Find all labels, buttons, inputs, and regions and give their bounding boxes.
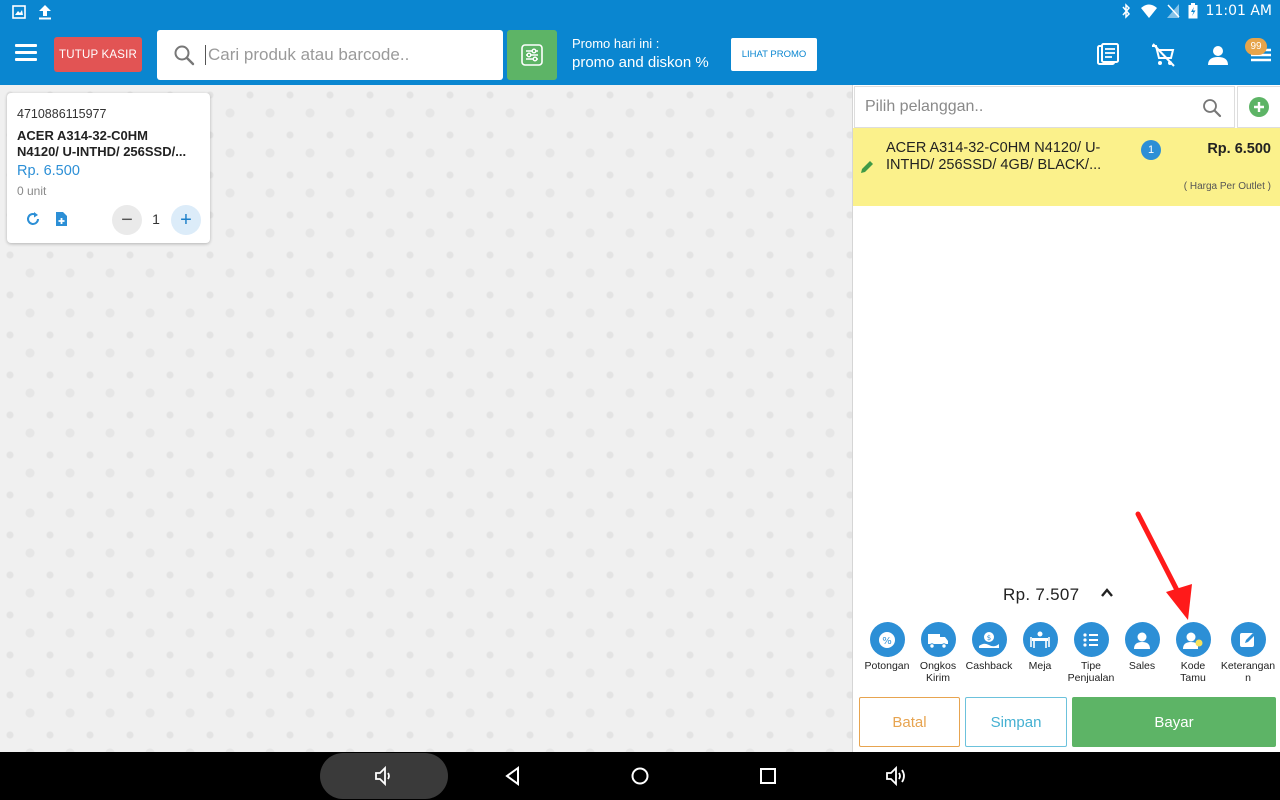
- cart-item-name-line1: ACER A314-32-C0HM N4120/ U-: [886, 140, 1101, 156]
- no-signal-icon: [1166, 4, 1180, 18]
- action-label: Tipe: [1080, 660, 1102, 672]
- action-discount[interactable]: % Potongan: [861, 622, 913, 672]
- add-note-icon[interactable]: [52, 210, 70, 228]
- status-bar: 11:01 AM: [0, 0, 1280, 26]
- system-nav-bar: [0, 752, 1280, 800]
- action-label: Meja: [1028, 660, 1052, 672]
- cart-total[interactable]: Rp. 7.507: [1003, 585, 1079, 605]
- volume-down-icon[interactable]: [372, 764, 396, 788]
- product-card[interactable]: 4710886115977 ACER A314-32-C0HM N4120/ U…: [7, 93, 210, 243]
- menu-icon[interactable]: [15, 44, 37, 62]
- pay-button[interactable]: Bayar: [1072, 697, 1276, 747]
- action-label-2: n: [1245, 672, 1251, 684]
- decrease-qty-button[interactable]: −: [112, 205, 142, 235]
- customer-input[interactable]: [855, 98, 1185, 116]
- cart-item[interactable]: ACER A314-32-C0HM N4120/ U- INTHD/ 256SS…: [853, 128, 1280, 206]
- salesperson-icon: [1134, 632, 1150, 649]
- user-icon[interactable]: [1205, 42, 1231, 68]
- product-name-line2: N4120/ U-INTHD/ 256SSD/...: [17, 144, 187, 159]
- empty-cart-icon[interactable]: [1150, 42, 1176, 68]
- cancel-button[interactable]: Batal: [859, 697, 960, 747]
- sliders-icon: [521, 44, 543, 66]
- action-notes[interactable]: Keterangan n: [1218, 622, 1278, 684]
- add-customer-button[interactable]: [1237, 86, 1280, 128]
- add-circle-icon: [1249, 97, 1269, 117]
- receipt-list-icon[interactable]: [1095, 42, 1121, 68]
- search-icon: [174, 45, 195, 66]
- action-label: Sales: [1128, 660, 1156, 672]
- wifi-icon: [1140, 4, 1157, 18]
- volume-up-icon[interactable]: [884, 764, 908, 788]
- back-icon[interactable]: [501, 764, 525, 788]
- product-grid: 4710886115977 ACER A314-32-C0HM N4120/ U…: [0, 85, 852, 752]
- increase-qty-button[interactable]: +: [171, 205, 201, 235]
- chevron-up-icon[interactable]: [1099, 585, 1115, 601]
- action-label-2: Kirim: [926, 672, 950, 684]
- search-input[interactable]: [205, 45, 485, 65]
- action-label: Ongkos: [919, 660, 957, 672]
- cart-panel: ACER A314-32-C0HM N4120/ U- INTHD/ 256SS…: [852, 85, 1280, 752]
- guest-icon: [1183, 632, 1203, 649]
- product-price: Rp. 6.500: [17, 163, 80, 179]
- action-label: Cashback: [965, 660, 1013, 672]
- bluetooth-icon: [1121, 3, 1130, 19]
- promo-description: promo and diskon %: [572, 54, 709, 71]
- save-button[interactable]: Simpan: [965, 697, 1067, 747]
- action-table[interactable]: Meja: [1014, 622, 1066, 672]
- action-sales-type[interactable]: Tipe Penjualan: [1065, 622, 1117, 684]
- clock: 11:01 AM: [1205, 3, 1272, 19]
- truck-icon: [928, 633, 948, 649]
- cart-actions: % Potongan Ongkos Kirim $ Cashback Meja …: [861, 622, 1279, 692]
- notification-badge: 99: [1245, 38, 1267, 55]
- app-bar: TUTUP KASIR Promo hari ini : promo and d…: [0, 26, 1280, 85]
- action-cashback[interactable]: $ Cashback: [963, 622, 1015, 672]
- svg-text:%: %: [882, 636, 892, 647]
- action-sales[interactable]: Sales: [1116, 622, 1168, 672]
- cashback-icon: $: [979, 631, 999, 648]
- pencil-icon[interactable]: [859, 159, 875, 175]
- customer-selector: [854, 86, 1235, 128]
- product-barcode: 4710886115977: [17, 107, 107, 121]
- action-label-2: Penjualan: [1067, 672, 1115, 684]
- table-icon: [1030, 631, 1050, 648]
- close-register-button[interactable]: TUTUP KASIR: [54, 37, 142, 72]
- cart-item-qty-badge: 1: [1141, 140, 1161, 160]
- action-label-2: Tamu: [1180, 672, 1206, 684]
- search-icon[interactable]: [1202, 98, 1222, 118]
- cart-item-price: Rp. 6.500: [1207, 141, 1271, 157]
- action-shipping[interactable]: Ongkos Kirim: [912, 622, 964, 684]
- product-name-line1: ACER A314-32-C0HM: [17, 128, 148, 143]
- product-stock: 0 unit: [17, 184, 47, 198]
- svg-text:$: $: [987, 634, 991, 642]
- home-icon[interactable]: [628, 764, 652, 788]
- recents-icon[interactable]: [756, 764, 780, 788]
- filter-button[interactable]: [507, 30, 557, 80]
- cart-item-name-line2: INTHD/ 256SSD/ 4GB/ BLACK/...: [886, 157, 1102, 173]
- edit-note-icon: [1240, 632, 1255, 647]
- action-label: Kode: [1180, 660, 1206, 672]
- promo-title: Promo hari ini :: [572, 36, 660, 51]
- battery-icon: [1188, 3, 1198, 19]
- list-bullets-icon: [1083, 632, 1098, 647]
- promo-info: Promo hari ini : promo and diskon %: [572, 36, 709, 71]
- action-guest-code[interactable]: Kode Tamu: [1167, 622, 1219, 684]
- product-search: [157, 30, 503, 80]
- action-label: Keterangan: [1220, 660, 1276, 672]
- gallery-icon: [12, 5, 26, 19]
- view-promo-button[interactable]: LIHAT PROMO: [731, 38, 817, 71]
- product-qty: 1: [152, 211, 160, 227]
- discount-icon: %: [879, 631, 895, 648]
- refresh-icon[interactable]: [24, 210, 42, 228]
- action-label: Potongan: [864, 660, 910, 672]
- upload-icon: [39, 5, 51, 20]
- cart-item-price-note: ( Harga Per Outlet ): [1183, 181, 1271, 192]
